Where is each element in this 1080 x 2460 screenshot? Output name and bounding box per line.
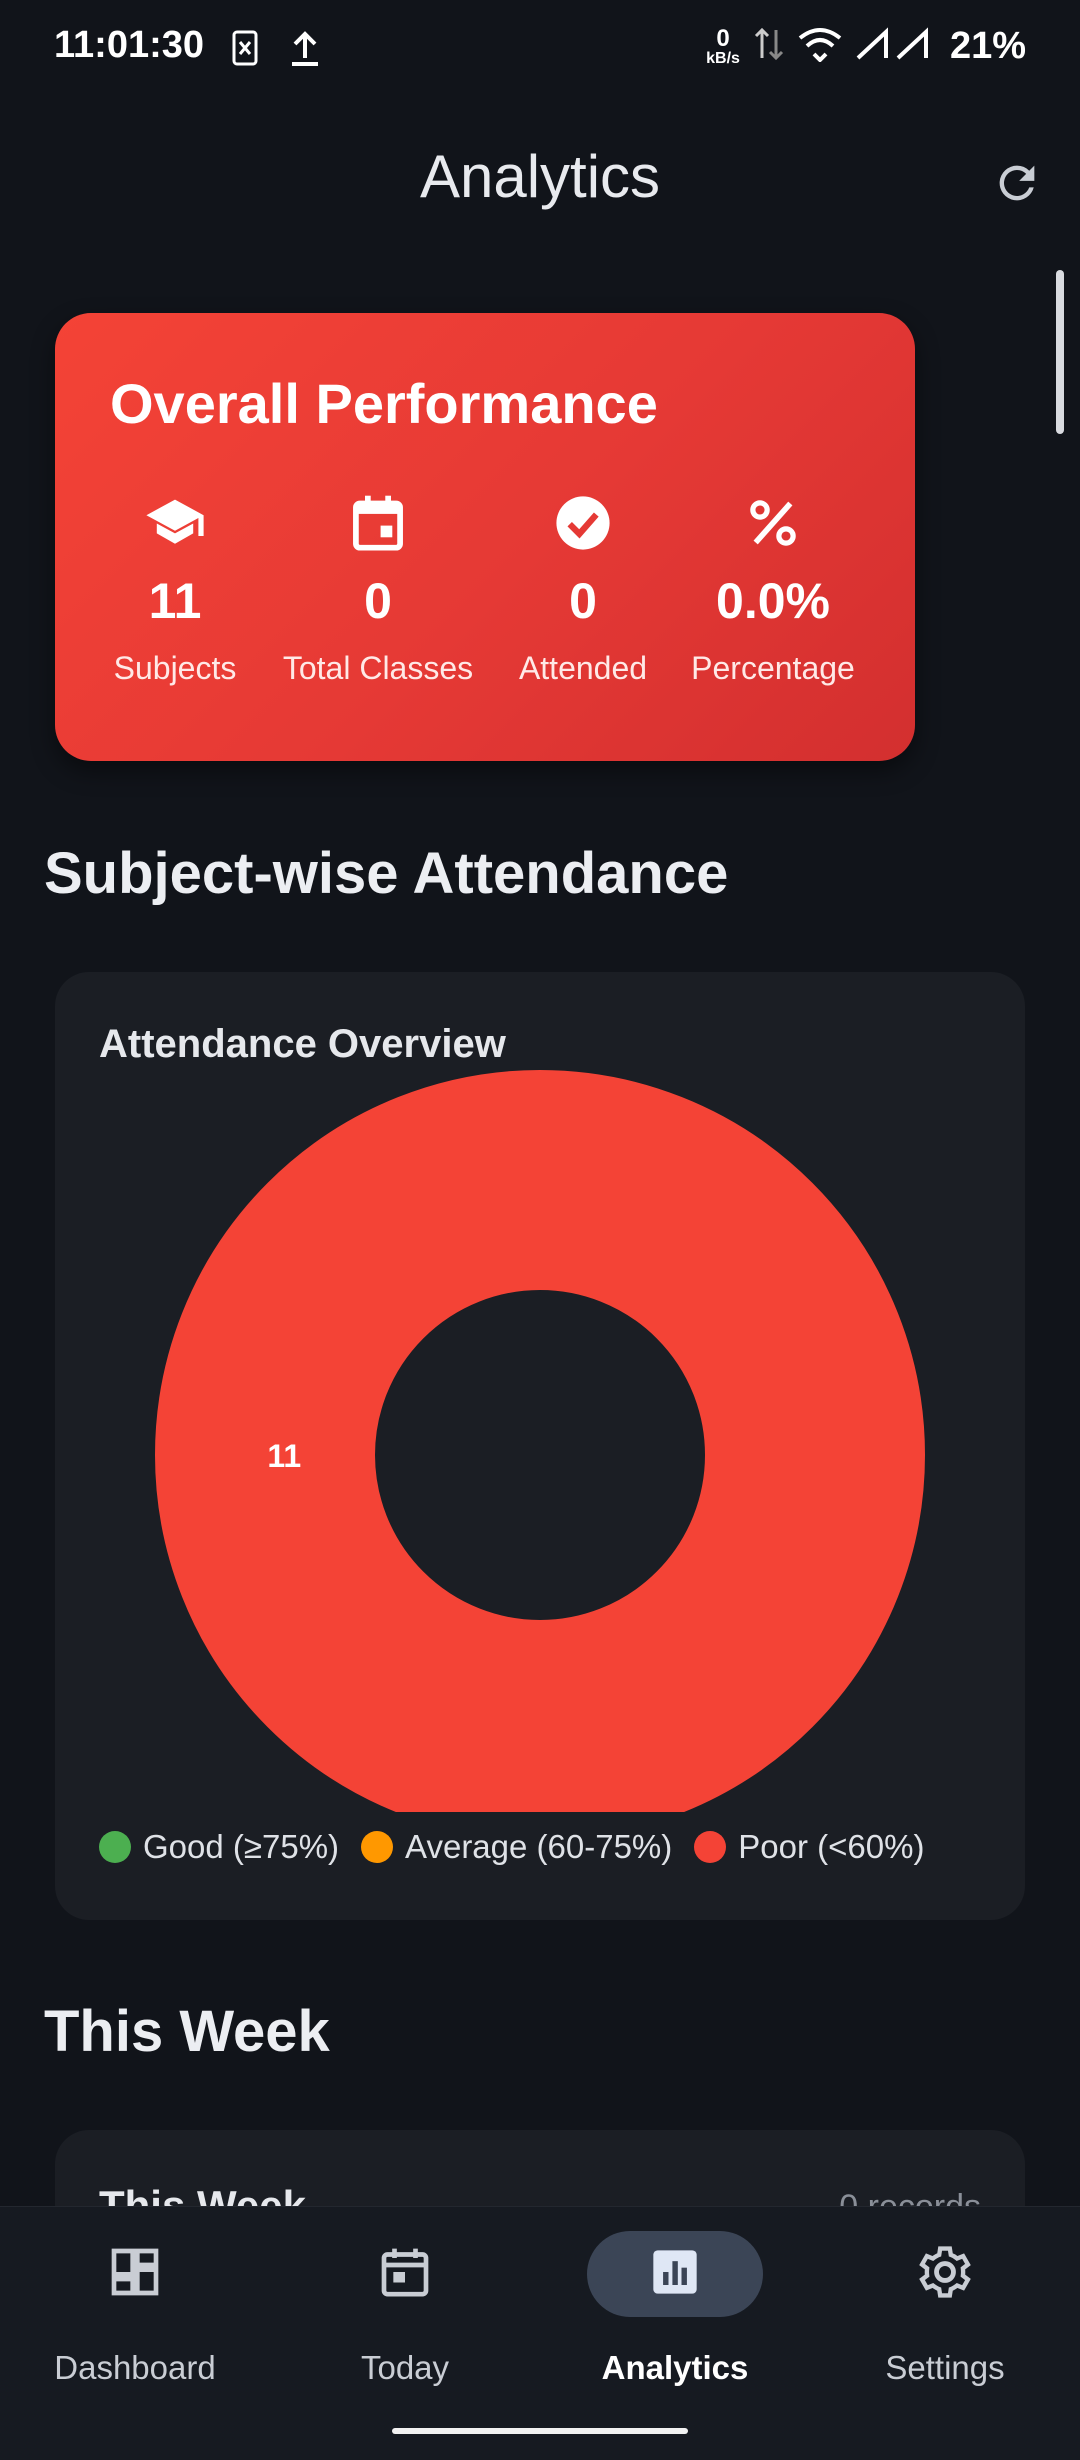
overall-performance-card: Overall Performance 11 Subjects 0 Total …: [55, 313, 915, 761]
stat-subjects: 11 Subjects: [75, 488, 275, 687]
legend-dot-good: [99, 1831, 131, 1863]
legend-item-average: Average (60-75%): [361, 1828, 672, 1866]
nav-dashboard[interactable]: Dashboard: [0, 2207, 270, 2407]
dashboard-icon: [107, 2244, 163, 2305]
stat-percentage: 0.0% Percentage: [673, 488, 873, 687]
stat-total-classes: 0 Total Classes: [278, 488, 478, 687]
status-bar: 11:01:30 0 kB/s 21%: [0, 0, 1080, 100]
status-time: 11:01:30: [54, 24, 205, 66]
battery-level: 21%: [949, 25, 1026, 67]
bottom-navigation: Dashboard Today Analytics Settings: [0, 2206, 1080, 2460]
nav-analytics[interactable]: Analytics: [540, 2207, 810, 2407]
this-week-title: This Week: [44, 1999, 330, 2064]
scrollbar[interactable]: [1056, 270, 1064, 434]
attendance-donut-chart: 11: [155, 1070, 925, 1812]
settings-icon: [916, 2243, 974, 2306]
analytics-screen: 11:01:30 0 kB/s 21% Analytics Overall Pe…: [0, 0, 1080, 2460]
sim-icon: [232, 30, 258, 71]
stats-row: 11 Subjects 0 Total Classes 0 Attended 0…: [55, 488, 915, 738]
donut-slice-label-poor: 11: [267, 1438, 301, 1474]
refresh-icon: [991, 157, 1043, 214]
upload-icon: [290, 30, 320, 73]
page-title: Analytics: [419, 143, 661, 210]
calendar-today-icon: [377, 2244, 433, 2305]
status-right: 0 kB/s 21%: [706, 24, 1026, 69]
chart-legend: Good (≥75%) Average (60-75%) Poor (<60%): [99, 1828, 924, 1866]
overall-performance-title: Overall Performance: [110, 372, 658, 435]
wifi-icon: [798, 26, 842, 67]
nav-settings[interactable]: Settings: [810, 2207, 1080, 2407]
graduation-cap-icon: [75, 488, 275, 558]
subject-wise-title: Subject-wise Attendance: [44, 841, 729, 906]
stat-attended: 0 Attended: [483, 488, 683, 687]
signal-icon: [856, 26, 936, 67]
nav-today[interactable]: Today: [270, 2207, 540, 2407]
check-circle-icon: [483, 488, 683, 558]
data-arrows-icon: [754, 24, 784, 69]
legend-dot-poor: [694, 1831, 727, 1863]
legend-item-good: Good (≥75%): [99, 1828, 339, 1866]
donut-slice-poor: [155, 1070, 925, 1812]
attendance-chart-card: Attendance Overview 11 Good (≥75%) Avera…: [55, 972, 1025, 1920]
percent-icon: [673, 488, 873, 558]
legend-dot-average: [361, 1831, 394, 1863]
home-indicator[interactable]: [392, 2428, 688, 2434]
legend-item-poor: Poor (<60%): [694, 1828, 924, 1866]
analytics-icon: [649, 2246, 701, 2303]
refresh-button[interactable]: [982, 150, 1052, 220]
net-speed: 0 kB/s: [706, 24, 740, 67]
calendar-icon: [278, 488, 478, 558]
